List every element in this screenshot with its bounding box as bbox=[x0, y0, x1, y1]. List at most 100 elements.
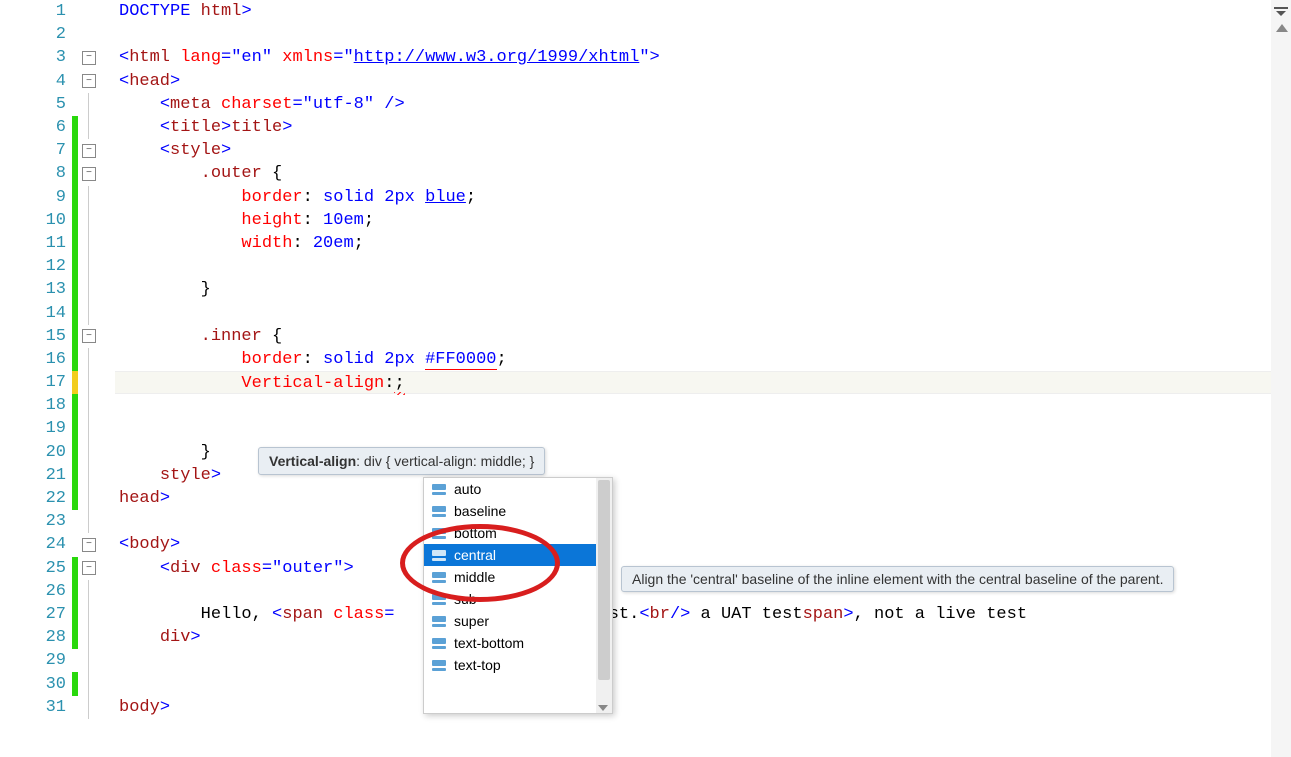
fold-guide bbox=[82, 186, 96, 209]
gutter-row: 30 bbox=[0, 672, 115, 695]
autocomplete-item[interactable]: central bbox=[424, 544, 612, 566]
autocomplete-item[interactable]: sub bbox=[424, 588, 612, 610]
fold-guide bbox=[82, 93, 96, 116]
change-indicator bbox=[72, 464, 78, 487]
code-line[interactable]: <style> bbox=[115, 139, 1291, 162]
line-number: 6 bbox=[0, 118, 72, 137]
parameter-hint: Vertical-align: div { vertical-align: mi… bbox=[258, 447, 545, 475]
fold-guide bbox=[82, 603, 96, 626]
line-number: 31 bbox=[0, 698, 72, 717]
code-area[interactable]: DOCTYPE html> <html lang="en" xmlns="http… bbox=[115, 0, 1291, 757]
gutter-row: 16 bbox=[0, 348, 115, 371]
autocomplete-item[interactable]: baseline bbox=[424, 500, 612, 522]
line-number: 19 bbox=[0, 419, 72, 438]
code-line[interactable]: border: solid 2px #FF0000; bbox=[115, 348, 1291, 371]
line-number: 11 bbox=[0, 234, 72, 253]
change-indicator bbox=[72, 649, 78, 672]
autocomplete-popup[interactable]: auto baseline bottomcentral middle subsuper t… bbox=[423, 477, 613, 714]
code-line[interactable]: .outer { bbox=[115, 162, 1291, 185]
change-indicator bbox=[72, 46, 78, 69]
gutter-row: 8− bbox=[0, 162, 115, 185]
code-line[interactable]: Hello, <span class= test.<br/> a UAT tes… bbox=[115, 603, 1291, 626]
code-line[interactable]: <body> bbox=[115, 533, 1291, 556]
change-indicator bbox=[72, 603, 78, 626]
line-number: 17 bbox=[0, 373, 72, 392]
code-line[interactable] bbox=[115, 394, 1291, 417]
change-indicator bbox=[72, 487, 78, 510]
gutter-row: 1 bbox=[0, 0, 115, 23]
gutter-row: 27 bbox=[0, 603, 115, 626]
hint-property-label: Vertical-align bbox=[269, 453, 356, 469]
scroll-up-arrow-icon[interactable] bbox=[1276, 24, 1288, 32]
code-line[interactable] bbox=[115, 23, 1291, 46]
change-indicator bbox=[72, 0, 78, 23]
autocomplete-item[interactable]: super bbox=[424, 610, 612, 632]
vertical-scrollbar[interactable] bbox=[1271, 0, 1291, 757]
code-line[interactable]: .inner { bbox=[115, 325, 1291, 348]
code-line[interactable]: border: solid 2px blue; bbox=[115, 186, 1291, 209]
code-line[interactable]: } bbox=[115, 278, 1291, 301]
code-line[interactable] bbox=[115, 301, 1291, 324]
scroll-down-arrow-icon[interactable] bbox=[598, 705, 608, 711]
fold-toggle-icon[interactable]: − bbox=[82, 561, 96, 575]
split-icon[interactable] bbox=[1272, 2, 1290, 20]
fold-toggle-icon[interactable]: − bbox=[82, 144, 96, 158]
line-number: 29 bbox=[0, 651, 72, 670]
line-number: 12 bbox=[0, 257, 72, 276]
change-indicator bbox=[72, 626, 78, 649]
gutter-row: 24− bbox=[0, 533, 115, 556]
autocomplete-scrollbar[interactable] bbox=[596, 478, 612, 713]
gutter-row: 19 bbox=[0, 417, 115, 440]
autocomplete-label: text-bottom bbox=[454, 635, 524, 651]
gutter-row: 23 bbox=[0, 510, 115, 533]
line-number: 26 bbox=[0, 582, 72, 601]
autocomplete-item[interactable]: auto bbox=[424, 478, 612, 500]
fold-toggle-icon[interactable]: − bbox=[82, 329, 96, 343]
autocomplete-item[interactable]: text-top bbox=[424, 654, 612, 676]
gutter-row: 18 bbox=[0, 394, 115, 417]
fold-guide bbox=[82, 255, 96, 278]
change-indicator bbox=[72, 371, 78, 394]
fold-toggle-icon[interactable]: − bbox=[82, 167, 96, 181]
change-indicator bbox=[72, 696, 78, 719]
code-line[interactable] bbox=[115, 649, 1291, 672]
code-line[interactable]: <html lang="en" xmlns="http://www.w3.org… bbox=[115, 46, 1291, 69]
code-line[interactable]: width: 20em; bbox=[115, 232, 1291, 255]
change-indicator bbox=[72, 70, 78, 93]
code-line[interactable] bbox=[115, 510, 1291, 533]
gutter-row: 20 bbox=[0, 441, 115, 464]
code-line[interactable]: div> bbox=[115, 626, 1291, 649]
fold-guide bbox=[82, 626, 96, 649]
code-line[interactable] bbox=[115, 417, 1291, 440]
autocomplete-label: middle bbox=[454, 569, 495, 585]
change-indicator bbox=[72, 301, 78, 324]
code-line[interactable]: head> bbox=[115, 487, 1291, 510]
fold-guide bbox=[82, 580, 96, 603]
code-line[interactable] bbox=[115, 255, 1291, 278]
fold-guide bbox=[82, 649, 96, 672]
line-number: 9 bbox=[0, 188, 72, 207]
change-indicator bbox=[72, 672, 78, 695]
autocomplete-label: baseline bbox=[454, 503, 506, 519]
autocomplete-item[interactable]: text-bottom bbox=[424, 632, 612, 654]
code-line[interactable]: <head> bbox=[115, 70, 1291, 93]
code-line[interactable] bbox=[115, 672, 1291, 695]
code-line[interactable]: <meta charset="utf-8" /> bbox=[115, 93, 1291, 116]
fold-toggle-icon[interactable]: − bbox=[82, 51, 96, 65]
line-number: 1 bbox=[0, 2, 72, 21]
code-line[interactable]: Vertical-align:; bbox=[115, 371, 1291, 394]
line-number: 28 bbox=[0, 628, 72, 647]
code-line[interactable]: height: 10em; bbox=[115, 209, 1291, 232]
scrollbar-thumb[interactable] bbox=[598, 480, 610, 680]
fold-guide bbox=[82, 394, 96, 417]
code-line[interactable]: <title>title> bbox=[115, 116, 1291, 139]
fold-toggle-icon[interactable]: − bbox=[82, 74, 96, 88]
code-line[interactable]: body> bbox=[115, 696, 1291, 719]
code-line[interactable]: DOCTYPE html> bbox=[115, 0, 1291, 23]
autocomplete-item[interactable]: bottom bbox=[424, 522, 612, 544]
autocomplete-item[interactable]: middle bbox=[424, 566, 612, 588]
change-indicator bbox=[72, 441, 78, 464]
fold-toggle-icon[interactable]: − bbox=[82, 538, 96, 552]
line-number: 15 bbox=[0, 327, 72, 346]
gutter-row: 5 bbox=[0, 93, 115, 116]
